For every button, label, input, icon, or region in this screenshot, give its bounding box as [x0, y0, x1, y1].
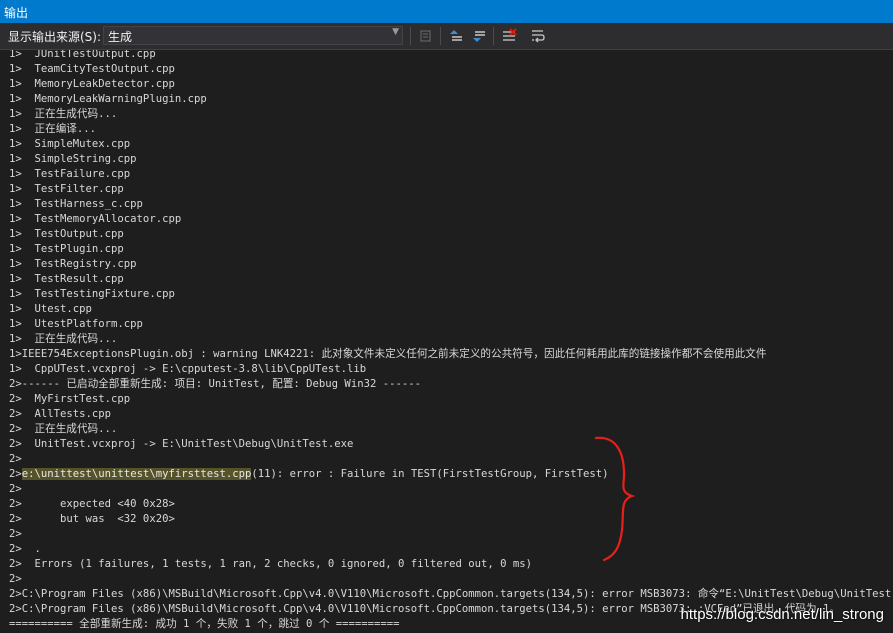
output-line: 1> JUnitTestOutput.cpp — [9, 50, 156, 60]
previous-message-button[interactable] — [446, 26, 466, 46]
output-line: 2> MyFirstTest.cpp — [9, 393, 131, 405]
toolbar-separator — [493, 27, 494, 45]
output-line: 1> TestMemoryAllocator.cpp — [9, 213, 182, 225]
output-line: 1> TestOutput.cpp — [9, 228, 124, 240]
output-line: 1> TestTestingFixture.cpp — [9, 288, 175, 300]
output-line: 1> TestPlugin.cpp — [9, 243, 124, 255]
previous-message-icon — [450, 30, 462, 41]
output-line: 1>IEEE754ExceptionsPlugin.obj : warning … — [9, 348, 767, 360]
output-line: 1> UtestPlatform.cpp — [9, 318, 143, 330]
toolbar-separator — [410, 27, 411, 45]
error-line-prefix: 2> — [9, 468, 22, 480]
output-line: 1> 正在生成代码... — [9, 333, 118, 345]
output-line: 1> Utest.cpp — [9, 303, 92, 315]
output-line: 2> — [9, 453, 22, 465]
output-line: 1> SimpleString.cpp — [9, 153, 137, 165]
output-line: 1> CppUTest.vcxproj -> E:\cpputest-3.8\l… — [9, 363, 367, 375]
output-line: 2> AllTests.cpp — [9, 408, 112, 420]
output-line: 1> TestRegistry.cpp — [9, 258, 137, 270]
output-line: 2> . — [9, 543, 41, 555]
output-line: 2> but was <32 0x20> — [9, 513, 175, 525]
error-output-line: 2>e:\unittest\unittest\myfirsttest.cpp(1… — [9, 467, 609, 482]
output-source-dropdown[interactable]: 生成 ▼ — [103, 26, 403, 45]
next-message-icon — [473, 31, 485, 42]
output-line: 1> MemoryLeakWarningPlugin.cpp — [9, 93, 207, 105]
output-source-value: 生成 — [108, 30, 133, 44]
output-line: 1> 正在生成代码... — [9, 108, 118, 120]
output-window-title: 输出 — [0, 0, 893, 23]
output-line: 1> TeamCityTestOutput.cpp — [9, 63, 175, 75]
output-line: 2> — [9, 528, 22, 540]
window-title-text: 输出 — [4, 6, 29, 20]
output-line: 1> TestFilter.cpp — [9, 183, 124, 195]
next-message-button[interactable] — [469, 26, 489, 46]
output-toolbar: 显示输出来源(S): 生成 ▼ — [0, 23, 893, 50]
toolbar-separator — [440, 27, 441, 45]
output-text-pane[interactable]: 1> JUnitTestOutput.cpp 1> TeamCityTestOu… — [0, 50, 893, 633]
output-line: 2>------ 已启动全部重新生成: 项目: UnitTest, 配置: De… — [9, 378, 421, 390]
output-line: 1> TestHarness_c.cpp — [9, 198, 143, 210]
word-wrap-icon — [532, 30, 545, 43]
output-source-label: 显示输出来源(S): — [8, 30, 102, 44]
clear-all-button[interactable] — [499, 26, 519, 46]
output-line: 2> — [9, 483, 22, 495]
output-line: 2> 正在生成代码... — [9, 423, 118, 435]
output-line: 2> — [9, 573, 22, 585]
output-line: 1> MemoryLeakDetector.cpp — [9, 78, 175, 90]
output-line: 2> expected <40 0x28> — [9, 498, 175, 510]
error-file-link[interactable]: e:\unittest\unittest\myfirsttest.cpp — [21, 468, 252, 480]
output-line: ========== 全部重新生成: 成功 1 个，失败 1 个，跳过 0 个 … — [9, 618, 400, 630]
word-wrap-button[interactable] — [528, 26, 548, 46]
chevron-down-icon: ▼ — [392, 27, 399, 37]
go-to-error-icon — [420, 30, 431, 42]
watermark-text: https://blog.csdn.net/lin_strong — [680, 606, 884, 623]
output-line: 1> SimpleMutex.cpp — [9, 138, 131, 150]
output-line: 2> Errors (1 failures, 1 tests, 1 ran, 2… — [9, 558, 532, 570]
clear-all-icon — [503, 28, 517, 41]
go-to-error-button[interactable] — [416, 26, 436, 46]
output-line: 1> TestFailure.cpp — [9, 168, 131, 180]
red-brace-annotation — [594, 436, 636, 562]
output-line: 1> 正在编译... — [9, 123, 97, 135]
output-line: 2> UnitTest.vcxproj -> E:\UnitTest\Debug… — [9, 438, 354, 450]
error-line-message: (11): error : Failure in TEST(FirstTestG… — [251, 468, 609, 480]
output-line: 1> TestResult.cpp — [9, 273, 124, 285]
output-line: 2>C:\Program Files (x86)\MSBuild\Microso… — [9, 588, 893, 600]
